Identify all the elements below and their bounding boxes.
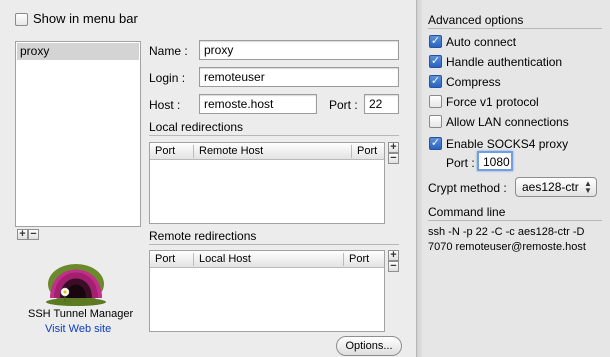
ssh-tunnel-manager-logo-icon xyxy=(46,264,106,306)
crypt-method-popup[interactable]: aes128-ctr ▲ ▼ xyxy=(515,177,597,197)
local-redirections-title: Local redirections xyxy=(149,120,244,134)
column-header-local-host[interactable]: Local Host xyxy=(194,252,251,267)
compress-checkbox[interactable]: ✓ xyxy=(429,75,442,88)
host-label: Host : xyxy=(149,98,181,112)
auto-connect-label: Auto connect xyxy=(446,35,517,49)
local-redirections-header: Port Remote Host Port xyxy=(150,143,384,160)
advanced-options-title: Advanced options xyxy=(428,13,524,27)
visit-web-site-link[interactable]: Visit Web site xyxy=(45,322,111,336)
remote-redirections-divider xyxy=(149,244,399,245)
socks-port-field[interactable]: 1080 xyxy=(477,151,513,171)
add-tunnel-button[interactable]: + xyxy=(17,229,28,240)
remote-redirections-table[interactable]: Port Local Host Port xyxy=(149,250,385,332)
main-window: Show in menu bar proxy + − SSH Tunnel Ma… xyxy=(0,0,416,357)
enable-socks4-proxy-checkbox[interactable]: ✓ xyxy=(429,137,442,150)
show-in-menu-bar-checkbox[interactable] xyxy=(15,13,28,26)
column-header-port[interactable]: Port xyxy=(150,252,175,267)
column-header-port[interactable]: Port xyxy=(150,144,175,159)
advanced-options-drawer: Advanced options ✓ Auto connect ✓ Handle… xyxy=(416,0,610,357)
handle-authentication-label: Handle authentication xyxy=(446,55,563,69)
tunnel-list[interactable]: proxy xyxy=(15,41,141,227)
column-header-remote-port[interactable]: Port xyxy=(344,252,369,267)
compress-label: Compress xyxy=(446,75,501,89)
remove-local-redirection-button[interactable]: − xyxy=(388,153,399,164)
column-header-remote-host[interactable]: Remote Host xyxy=(194,144,263,159)
command-line-title: Command line xyxy=(428,205,506,219)
options-button[interactable]: Options... xyxy=(336,336,402,356)
show-in-menu-bar-label: Show in menu bar xyxy=(33,11,138,26)
force-v1-protocol-checkbox[interactable] xyxy=(429,95,442,108)
local-redirections-table[interactable]: Port Remote Host Port xyxy=(149,142,385,224)
tunnel-name: proxy xyxy=(20,44,50,58)
remove-remote-redirection-button[interactable]: − xyxy=(388,261,399,272)
remote-redirections-header: Port Local Host Port xyxy=(150,251,384,268)
allow-lan-connections-checkbox[interactable] xyxy=(429,115,442,128)
crypt-method-label: Crypt method : xyxy=(428,181,507,195)
remote-redirections-title: Remote redirections xyxy=(149,229,257,243)
port-field[interactable]: 22 xyxy=(364,94,399,114)
auto-connect-checkbox[interactable]: ✓ xyxy=(429,35,442,48)
socks-port-label: Port : xyxy=(446,156,475,170)
command-line-text: ssh -N -p 22 -C -c aes128-ctr -D 7070 re… xyxy=(428,226,586,253)
local-redirections-divider xyxy=(149,135,399,136)
app-name: SSH Tunnel Manager xyxy=(28,308,134,320)
login-field[interactable]: remoteuser xyxy=(199,67,399,87)
name-label: Name : xyxy=(149,44,188,58)
handle-authentication-checkbox[interactable]: ✓ xyxy=(429,55,442,68)
column-header-remote-port[interactable]: Port xyxy=(352,144,377,159)
command-line-divider xyxy=(428,220,602,221)
name-field[interactable]: proxy xyxy=(199,40,399,60)
login-label: Login : xyxy=(149,71,186,85)
advanced-options-divider xyxy=(428,28,602,29)
enable-socks4-proxy-label: Enable SOCKS4 proxy xyxy=(446,137,569,151)
crypt-method-value: aes128-ctr xyxy=(522,180,579,194)
port-label: Port : xyxy=(329,98,358,112)
host-field[interactable]: remoste.host xyxy=(199,94,317,114)
remove-tunnel-button[interactable]: − xyxy=(28,229,39,240)
allow-lan-connections-label: Allow LAN connections xyxy=(446,115,569,129)
drawer-edge xyxy=(417,0,423,357)
popup-arrows-icon: ▲ ▼ xyxy=(584,179,592,195)
tunnel-list-item-selected[interactable]: proxy xyxy=(17,43,139,60)
force-v1-protocol-label: Force v1 protocol xyxy=(446,95,539,109)
